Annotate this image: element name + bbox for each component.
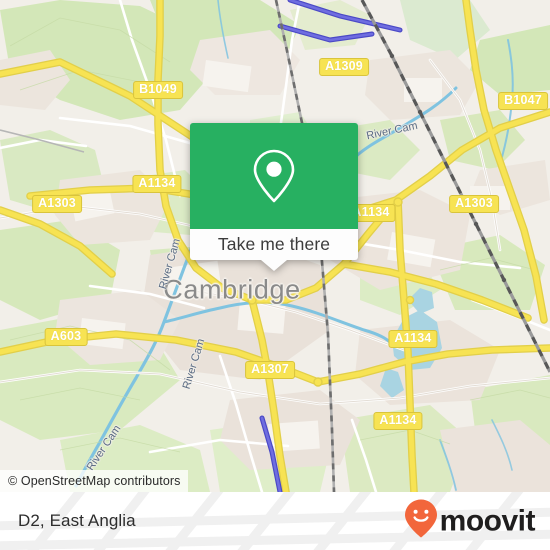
callout-pointer: [261, 260, 287, 271]
callout-icon-area: [190, 123, 358, 229]
footer-bar: D2, East Anglia moovit: [0, 492, 550, 550]
place-label-cambridge: Cambridge: [163, 274, 301, 305]
road-shield: A1303: [449, 195, 499, 213]
moovit-map-screenshot: A1309 B1049 B1047 A1134 A1303 A1303 A113…: [0, 0, 550, 550]
map-pin-icon: [252, 148, 296, 204]
moovit-brand[interactable]: moovit: [404, 499, 536, 544]
road-shield: A1134: [132, 175, 182, 193]
road-shield: A1134: [373, 412, 423, 430]
road-shield: A1309: [319, 58, 369, 76]
moovit-pin-smiley-icon: [404, 499, 438, 544]
road-shield: B1047: [498, 92, 548, 110]
road-shield: B1049: [133, 81, 183, 99]
callout-action-area[interactable]: Take me there: [190, 229, 358, 271]
moovit-wordmark: moovit: [439, 504, 536, 537]
road-shield: A1307: [245, 361, 295, 379]
destination-callout-card[interactable]: Take me there: [190, 123, 358, 271]
map-attribution[interactable]: © OpenStreetMap contributors: [0, 470, 188, 492]
location-title: D2, East Anglia: [18, 511, 136, 530]
road-shield: A1134: [388, 330, 438, 348]
road-shield: A603: [44, 328, 88, 346]
road-shield: A1303: [32, 195, 82, 213]
take-me-there-label: Take me there: [217, 234, 331, 254]
